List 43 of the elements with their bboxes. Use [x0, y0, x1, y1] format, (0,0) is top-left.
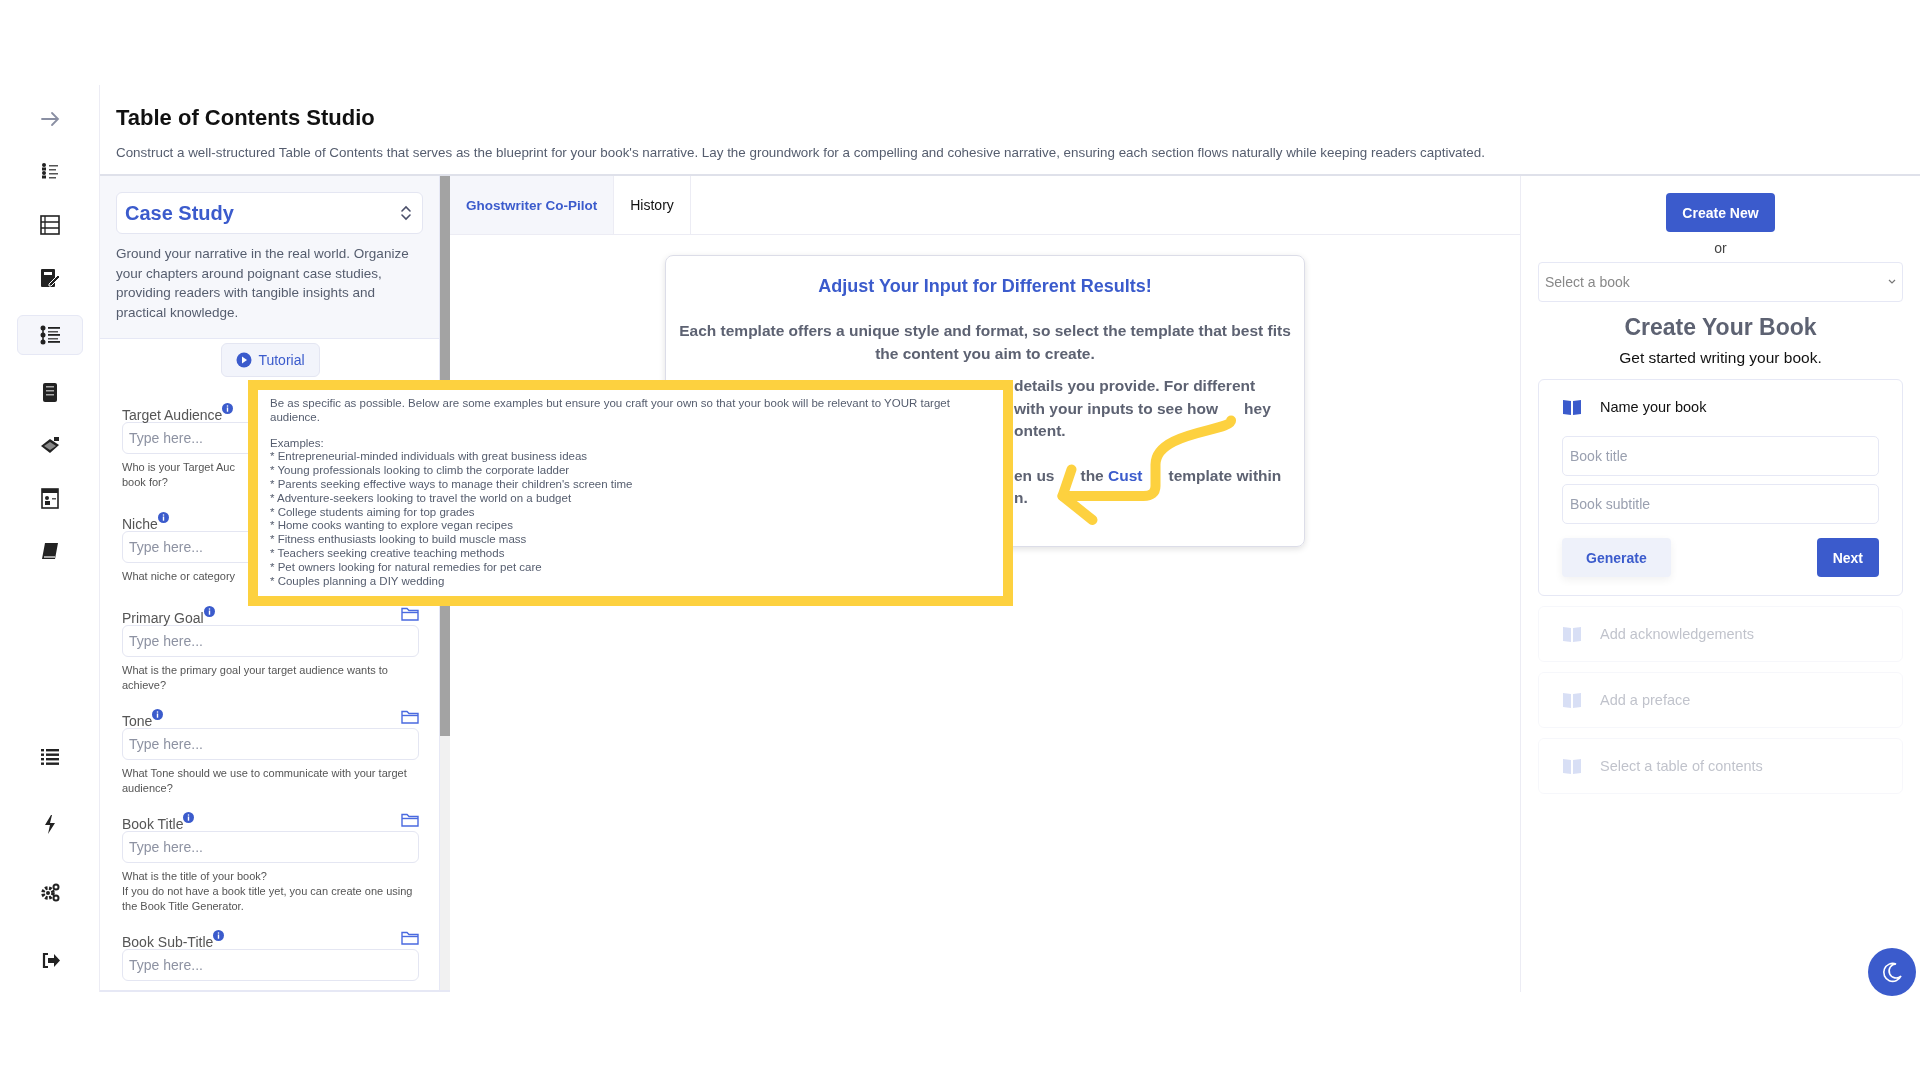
field-help-text: What is the primary goal your target audience wants to achieve?: [122, 663, 389, 693]
panel-title: Create Your Book: [1624, 314, 1817, 341]
info-card-text: en us: [1014, 466, 1055, 484]
step-label: Add a preface: [1600, 692, 1691, 708]
step-label: Name your book: [1600, 399, 1707, 415]
example-item: * Adventure-seekers looking to travel the world on a budget: [270, 491, 573, 506]
example-item: * Fitness enthusiasts looking to build muscle mass: [270, 533, 528, 547]
example-item: * Parents seeking effective ways to manage their children's screen time: [270, 478, 634, 492]
page-description: Construct a well-structured Table of Contents that serves as the blueprint for your book's narrative. Lay the groundwork for a compelling and cohesive narrative, ensuring each section flows naturally while keeping readers captivated.: [116, 145, 1486, 160]
field-label: Tone: [122, 712, 153, 729]
panel-subtitle: Get started writing your book.: [1619, 349, 1822, 367]
info-card-text: with your inputs to see how: [1014, 399, 1219, 417]
field-help-text: Who is your Target Auc book for?: [122, 460, 235, 490]
info-card-title: Adjust Your Input for Different Results!: [817, 276, 1153, 297]
or-label: or: [1714, 240, 1727, 256]
step-label: Select a table of contents: [1600, 758, 1763, 774]
tooltip-text: Be as specific as possible. Below are some examples but ensure you craft your own so that your book will be relevant to YOUR target audience.: [270, 397, 951, 425]
field-label: Target Audience: [122, 406, 223, 423]
field-help-text: What niche or category: [122, 569, 236, 584]
template-description: Ground your narrative in the real world. Organize your chapters around poignant case studies, providing readers with tangible insights and practical knowledge.: [116, 245, 410, 322]
info-card-text: ontent.: [1014, 422, 1066, 439]
field-label: Book Title: [122, 815, 184, 832]
info-card-text: n.: [1014, 489, 1028, 506]
field-help-text: What is the title of your book? If you do not have a book title yet, you can create one using the Book Title Generator.: [122, 869, 414, 914]
page-title: Table of Contents Studio: [116, 105, 376, 131]
example-item: * Young professionals looking to climb the corporate ladder: [270, 464, 571, 478]
example-item: * Entrepreneurial-minded individuals with great business ideas: [270, 450, 589, 465]
step-label: Add acknowledgements: [1600, 626, 1754, 642]
info-card-text: template within: [1168, 466, 1282, 484]
field-label: Niche: [122, 515, 158, 532]
info-card-text: details you provide. For different: [1014, 377, 1256, 394]
info-card-text: Each template offers a unique style and format, so select the template that best fits the content you aim to create.: [678, 321, 1292, 364]
field-label: Primary Goal: [122, 609, 204, 626]
example-item: * Home cooks wanting to explore vegan recipes: [270, 519, 514, 534]
example-item: * Teachers seeking creative teaching methods: [270, 546, 506, 561]
info-card-text: hey: [1244, 399, 1271, 417]
example-item: * Pet owners looking for natural remedies for pet care: [270, 560, 543, 575]
field-help-text: What Tone should we use to communicate with your target audience?: [122, 766, 408, 796]
info-card-text: the: [1080, 466, 1105, 484]
example-item: * College students aiming for top grades: [270, 505, 476, 520]
example-item: * Couples planning a DIY wedding: [270, 574, 446, 589]
tooltip-heading: Examples:: [270, 436, 325, 451]
field-label: Book Sub-Title: [122, 933, 214, 950]
